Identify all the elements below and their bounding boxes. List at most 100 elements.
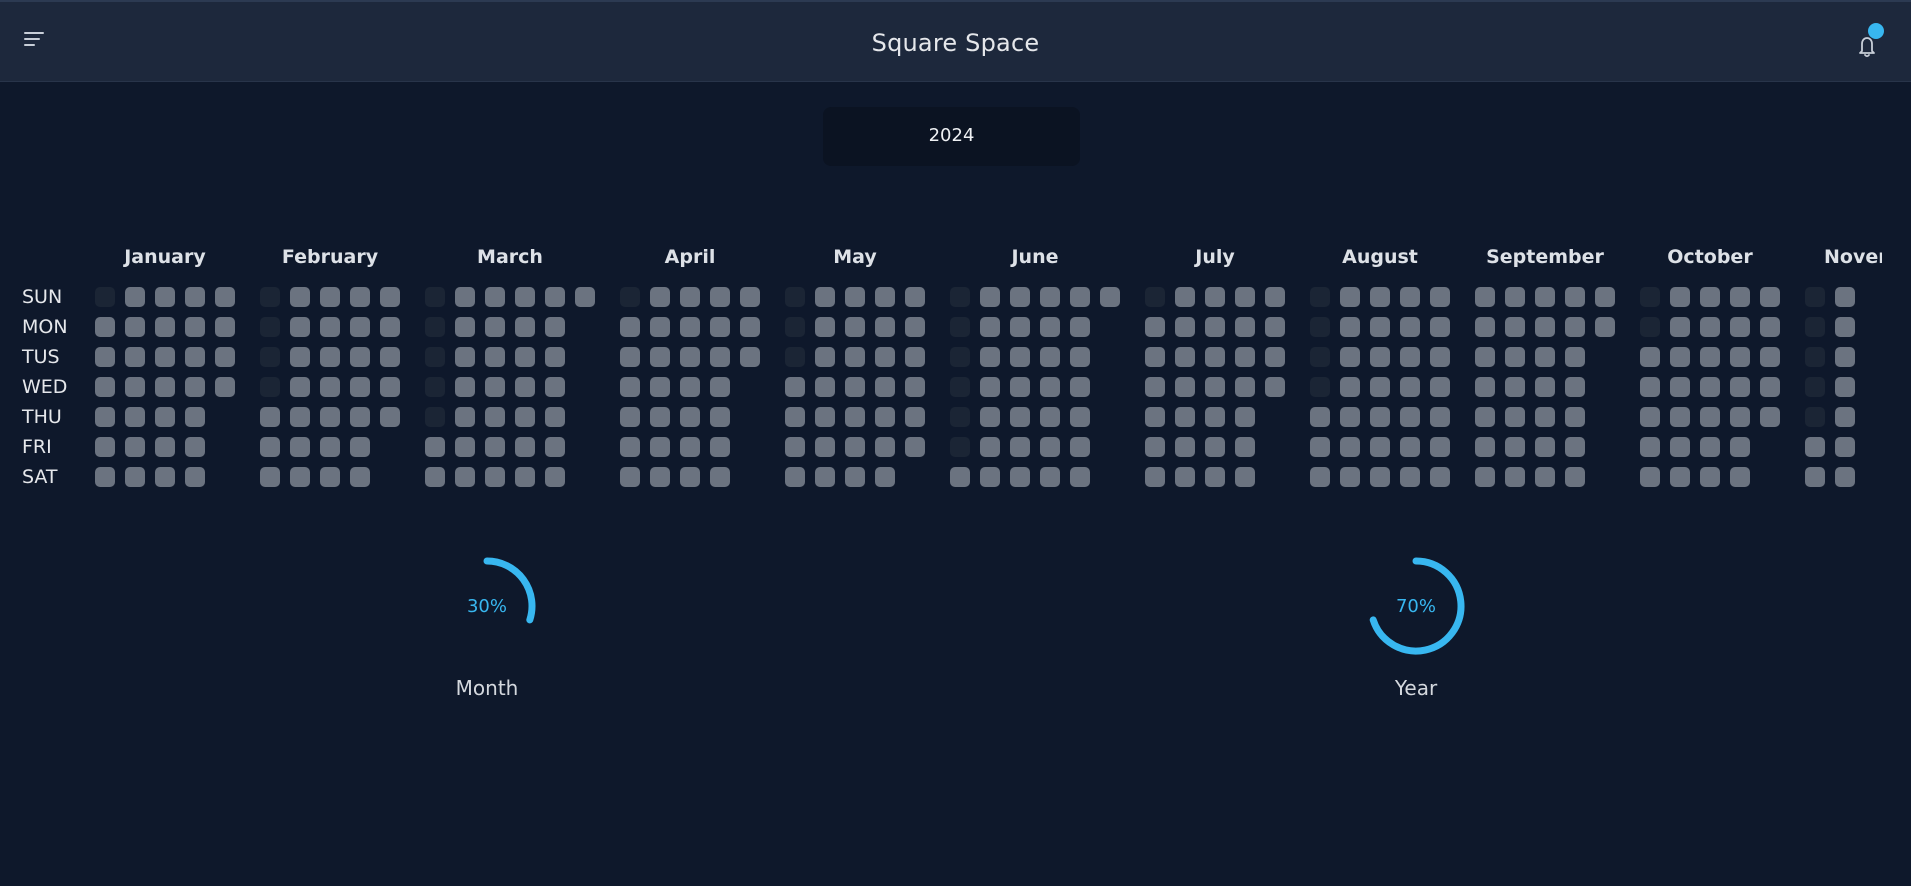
day-square[interactable] [515, 317, 535, 337]
day-square[interactable] [1370, 287, 1390, 307]
day-square[interactable] [1175, 317, 1195, 337]
day-square[interactable] [1730, 347, 1750, 367]
day-square[interactable] [815, 317, 835, 337]
day-square[interactable] [845, 437, 865, 457]
day-square[interactable] [1175, 347, 1195, 367]
day-square[interactable] [515, 347, 535, 367]
day-square[interactable] [845, 317, 865, 337]
day-square[interactable] [1040, 347, 1060, 367]
day-square[interactable] [1070, 407, 1090, 427]
day-square[interactable] [905, 407, 925, 427]
day-square[interactable] [575, 287, 595, 307]
day-square[interactable] [1730, 317, 1750, 337]
day-square[interactable] [260, 467, 280, 487]
day-square[interactable] [1010, 437, 1030, 457]
day-square[interactable] [485, 347, 505, 367]
day-square[interactable] [650, 317, 670, 337]
day-square[interactable] [1475, 437, 1495, 457]
day-square[interactable] [320, 347, 340, 367]
day-square[interactable] [1400, 467, 1420, 487]
day-square[interactable] [1370, 407, 1390, 427]
day-square[interactable] [1040, 317, 1060, 337]
day-square[interactable] [1670, 377, 1690, 397]
day-square[interactable] [680, 377, 700, 397]
day-square[interactable] [1760, 377, 1780, 397]
day-square[interactable] [1730, 407, 1750, 427]
day-square[interactable] [185, 377, 205, 397]
day-square[interactable] [1010, 377, 1030, 397]
day-square[interactable] [1235, 287, 1255, 307]
day-square[interactable] [95, 437, 115, 457]
day-square[interactable] [650, 287, 670, 307]
day-square[interactable] [905, 347, 925, 367]
day-square[interactable] [1400, 347, 1420, 367]
day-square[interactable] [545, 437, 565, 457]
day-square[interactable] [155, 347, 175, 367]
day-square[interactable] [1760, 317, 1780, 337]
day-square[interactable] [1040, 287, 1060, 307]
day-square[interactable] [485, 407, 505, 427]
day-square[interactable] [455, 437, 475, 457]
day-square[interactable] [425, 437, 445, 457]
day-square[interactable] [1205, 467, 1225, 487]
day-square[interactable] [1265, 377, 1285, 397]
day-square[interactable] [185, 467, 205, 487]
day-square[interactable] [785, 407, 805, 427]
day-square[interactable] [1640, 467, 1660, 487]
day-square[interactable] [1700, 377, 1720, 397]
day-square[interactable] [1430, 347, 1450, 367]
day-square[interactable] [290, 347, 310, 367]
day-square[interactable] [1175, 407, 1195, 427]
day-square[interactable] [1700, 437, 1720, 457]
day-square[interactable] [1070, 467, 1090, 487]
day-square[interactable] [380, 347, 400, 367]
day-square[interactable] [1700, 317, 1720, 337]
day-square[interactable] [125, 287, 145, 307]
day-square[interactable] [1370, 377, 1390, 397]
day-square[interactable] [1145, 437, 1165, 457]
day-square[interactable] [1760, 407, 1780, 427]
day-square[interactable] [1400, 287, 1420, 307]
day-square[interactable] [1430, 377, 1450, 397]
day-square[interactable] [1430, 287, 1450, 307]
day-square[interactable] [815, 287, 835, 307]
day-square[interactable] [1565, 287, 1585, 307]
day-square[interactable] [350, 467, 370, 487]
day-square[interactable] [320, 377, 340, 397]
day-square[interactable] [350, 377, 370, 397]
day-square[interactable] [1805, 437, 1825, 457]
day-square[interactable] [1340, 347, 1360, 367]
day-square[interactable] [215, 287, 235, 307]
day-square[interactable] [1730, 467, 1750, 487]
day-square[interactable] [1835, 467, 1855, 487]
day-square[interactable] [785, 467, 805, 487]
day-square[interactable] [1505, 437, 1525, 457]
day-square[interactable] [875, 347, 895, 367]
day-square[interactable] [1595, 317, 1615, 337]
day-square[interactable] [1535, 347, 1555, 367]
day-square[interactable] [620, 347, 640, 367]
day-square[interactable] [1205, 407, 1225, 427]
day-square[interactable] [905, 377, 925, 397]
day-square[interactable] [1535, 377, 1555, 397]
day-square[interactable] [1070, 287, 1090, 307]
day-square[interactable] [215, 347, 235, 367]
day-square[interactable] [455, 407, 475, 427]
day-square[interactable] [1430, 437, 1450, 457]
day-square[interactable] [455, 467, 475, 487]
day-square[interactable] [545, 377, 565, 397]
day-square[interactable] [980, 407, 1000, 427]
day-square[interactable] [545, 467, 565, 487]
day-square[interactable] [1400, 407, 1420, 427]
day-square[interactable] [155, 467, 175, 487]
day-square[interactable] [1040, 407, 1060, 427]
day-square[interactable] [290, 467, 310, 487]
day-square[interactable] [1205, 287, 1225, 307]
day-square[interactable] [875, 437, 895, 457]
day-square[interactable] [1265, 287, 1285, 307]
day-square[interactable] [710, 287, 730, 307]
day-square[interactable] [1565, 467, 1585, 487]
day-square[interactable] [515, 437, 535, 457]
day-square[interactable] [980, 437, 1000, 457]
day-square[interactable] [845, 377, 865, 397]
